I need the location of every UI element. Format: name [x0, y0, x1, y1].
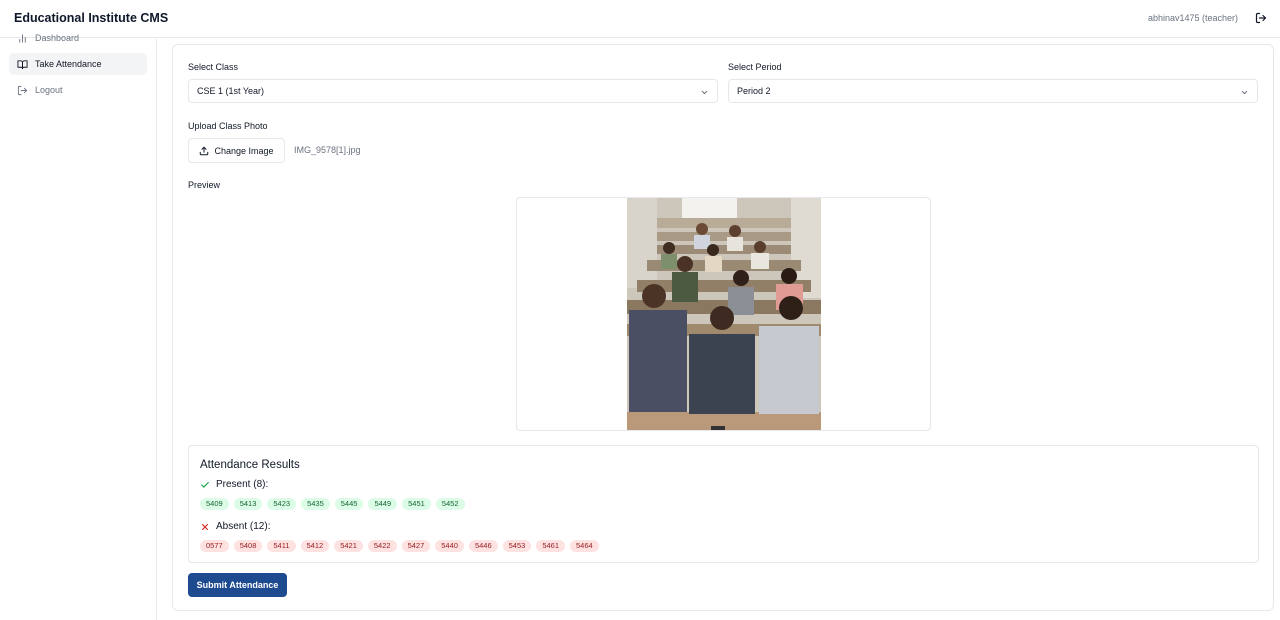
- sidebar-item-label: Logout: [35, 85, 63, 95]
- top-bar: Educational Institute CMS abhinav1475 (t…: [0, 0, 1280, 38]
- present-chip: 5423: [267, 498, 297, 510]
- present-chip: 5435: [301, 498, 330, 510]
- results-title: Attendance Results: [200, 459, 300, 471]
- present-chip: 5449: [368, 498, 398, 510]
- present-label: Present (8):: [216, 479, 269, 490]
- absent-chip: 5440: [435, 540, 464, 552]
- absent-chip: 5422: [367, 540, 397, 552]
- sidebar: Dashboard Take Attendance Logout: [0, 33, 157, 620]
- app-title: Educational Institute CMS: [14, 11, 169, 25]
- present-chip: 5451: [402, 498, 431, 510]
- class-label: Select Class: [188, 62, 239, 72]
- present-chips: 5409 5413 5423 5435 5445 5449 5451 5452: [200, 498, 465, 510]
- sidebar-item-take-attendance[interactable]: Take Attendance: [9, 53, 147, 75]
- sidebar-item-logout[interactable]: Logout: [9, 79, 147, 101]
- photo-preview: [516, 197, 931, 431]
- logout-icon: [17, 85, 28, 95]
- absent-chip: 5464: [570, 540, 599, 552]
- change-image-label: Change Image: [214, 145, 274, 156]
- submit-attendance-button[interactable]: Submit Attendance: [188, 573, 287, 597]
- upload-icon: [200, 146, 209, 155]
- change-image-button[interactable]: Change Image: [188, 138, 285, 163]
- absent-chip: 0577: [200, 540, 229, 552]
- file-name: IMG_9578[1].jpg: [294, 145, 361, 155]
- logout-icon[interactable]: [1255, 12, 1267, 24]
- absent-chip: 5421: [334, 540, 363, 552]
- absent-label: Absent (12):: [216, 521, 271, 532]
- user-label: abhinav1475 (teacher): [1147, 13, 1238, 23]
- present-chip: 5409: [200, 498, 229, 510]
- absent-heading: Absent (12):: [200, 521, 270, 532]
- absent-chip: 5427: [401, 540, 431, 552]
- sidebar-item-label: Dashboard: [35, 33, 80, 43]
- preview-label: Preview: [188, 180, 221, 190]
- class-select-value: CSE 1 (1st Year): [197, 86, 265, 96]
- sidebar-item-dashboard[interactable]: Dashboard: [9, 27, 147, 49]
- sidebar-item-label: Take Attendance: [35, 59, 102, 69]
- attendance-card: Select Class CSE 1 (1st Year) Select Per…: [172, 44, 1274, 611]
- upload-label: Upload Class Photo: [188, 121, 268, 131]
- absent-chip: 5408: [233, 540, 263, 552]
- chevron-down-icon: [701, 90, 708, 95]
- attendance-results: Attendance Results Present (8): 5409 541…: [188, 445, 1259, 563]
- chevron-down-icon: [1241, 90, 1248, 95]
- absent-chip: 5461: [536, 540, 566, 552]
- period-select-value: Period 2: [737, 86, 771, 96]
- absent-chip: 5446: [468, 540, 498, 552]
- absent-chip: 5453: [502, 540, 532, 552]
- check-icon: [201, 481, 209, 488]
- absent-chip: 5412: [300, 540, 330, 552]
- book-open-icon: [17, 59, 28, 69]
- x-icon: [201, 523, 209, 530]
- present-heading: Present (8):: [200, 479, 268, 490]
- absent-chips: 0577 5408 5411 5412 5421 5422 5427 5440 …: [200, 540, 599, 552]
- class-select[interactable]: CSE 1 (1st Year): [188, 79, 718, 103]
- period-label: Select Period: [728, 62, 782, 72]
- bar-chart-icon: [19, 33, 26, 43]
- class-photo: [627, 198, 821, 430]
- absent-chip: 5411: [267, 540, 296, 552]
- present-chip: 5413: [233, 498, 263, 510]
- period-select[interactable]: Period 2: [728, 79, 1258, 103]
- present-chip: 5445: [334, 498, 364, 510]
- present-chip: 5452: [435, 498, 465, 510]
